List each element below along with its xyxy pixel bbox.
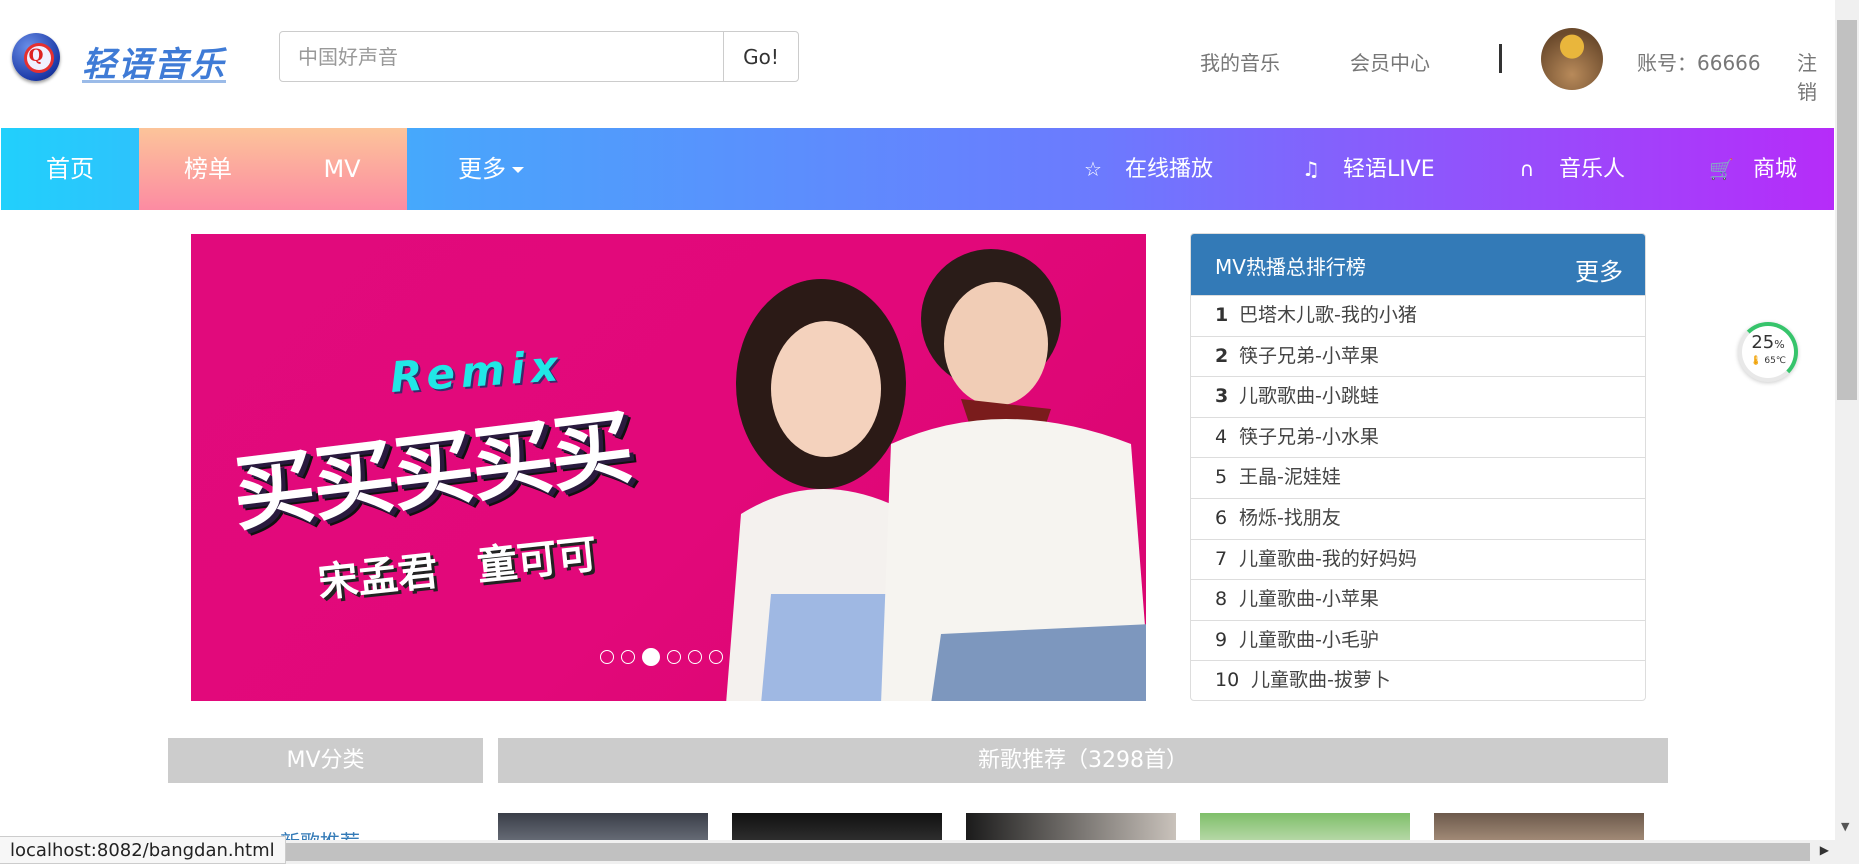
thermometer-icon: 🌡	[1750, 356, 1762, 366]
account-label: 账号：66666	[1637, 51, 1761, 75]
rank-number: 3	[1215, 385, 1229, 408]
rank-number: 7	[1215, 547, 1228, 570]
rank-number: 8	[1215, 588, 1228, 611]
main-navbar: 首页 榜单 MV 更多 ☆ 在线播放 ♫ 轻语LIVE ∩ 音乐人 🛒 商城	[1, 128, 1834, 210]
nav-live[interactable]: ♫ 轻语LIVE	[1299, 128, 1435, 210]
cart-icon: 🛒	[1709, 157, 1734, 181]
carousel-dot[interactable]	[688, 649, 702, 664]
music-note-icon: ♫	[1302, 157, 1320, 181]
cpu-percent: 25%	[1742, 333, 1794, 355]
rank-title: 杨烁-找朋友	[1239, 506, 1341, 529]
rank-title: 儿童歌曲-小苹果	[1239, 588, 1379, 611]
temperature-value: 65℃	[1764, 356, 1786, 366]
nav-home[interactable]: 首页	[1, 128, 139, 210]
header-divider	[1499, 44, 1502, 73]
rank-title: 儿童歌曲-拔萝卜	[1251, 669, 1391, 692]
vertical-scrollbar[interactable]: ▼	[1835, 0, 1859, 864]
rank-number: 5	[1215, 466, 1228, 489]
my-music-link[interactable]: 我的音乐	[1200, 47, 1280, 76]
rank-number: 10	[1215, 669, 1240, 692]
horizontal-scroll-thumb[interactable]	[270, 843, 1810, 861]
banner-artist: 童可可	[475, 531, 600, 590]
rank-number: 9	[1215, 628, 1228, 651]
cpu-percent-value: 25	[1751, 332, 1775, 353]
ranking-item[interactable]: 8 儿童歌曲-小苹果	[1191, 579, 1645, 620]
carousel-dot[interactable]	[667, 649, 681, 664]
member-center-link[interactable]: 会员中心	[1350, 47, 1430, 76]
nav-more-label: 更多	[458, 155, 506, 183]
rank-title: 儿童歌曲-我的好妈妈	[1239, 547, 1417, 570]
banner-title: 买买买买买	[227, 399, 637, 543]
banner-boy-image	[881, 249, 1146, 701]
site-header: Q 轻语音乐 Go! 我的音乐 会员中心 账号：66666 注销	[0, 0, 1835, 127]
temperature: 🌡 65℃	[1742, 355, 1794, 367]
nav-musician-label: 音乐人	[1559, 157, 1626, 182]
ranking-item[interactable]: 1 巴塔木儿歌-我的小猪	[1191, 295, 1645, 336]
scroll-down-arrow-icon[interactable]: ▼	[1841, 820, 1849, 833]
banner-artist: 宋孟君	[315, 548, 441, 607]
caret-down-icon	[512, 167, 524, 173]
carousel-indicators	[600, 646, 730, 666]
logo-glyph: Q	[28, 46, 44, 66]
ranking-more-link[interactable]: 更多	[1575, 252, 1623, 287]
rank-number: 2	[1215, 344, 1229, 367]
nav-online-play-label: 在线播放	[1125, 157, 1214, 182]
ranking-title: MV热播总排行榜	[1215, 255, 1366, 279]
ranking-item[interactable]: 6 杨烁-找朋友	[1191, 497, 1645, 539]
nav-musician[interactable]: ∩ 音乐人	[1515, 128, 1625, 210]
logout-link[interactable]: 注销	[1797, 47, 1835, 105]
nav-more-dropdown[interactable]: 更多	[431, 128, 551, 210]
headphones-icon: ∩	[1519, 157, 1535, 181]
ranking-item[interactable]: 4 筷子兄弟-小水果	[1191, 416, 1645, 458]
carousel-banner[interactable]: Remix 买买买买买 宋孟君 童可可	[191, 234, 1146, 701]
ranking-item[interactable]: 9 儿童歌曲-小毛驴	[1191, 619, 1645, 661]
nav-online-play[interactable]: ☆ 在线播放	[1081, 128, 1213, 210]
ranking-item[interactable]: 10 儿童歌曲-拔萝卜	[1191, 660, 1645, 700]
logo-icon[interactable]: Q	[12, 33, 60, 81]
carousel-dot[interactable]	[600, 649, 614, 664]
star-icon: ☆	[1084, 157, 1102, 181]
search-button[interactable]: Go!	[723, 31, 799, 82]
rank-number: 6	[1215, 506, 1228, 529]
ranking-item[interactable]: 2 筷子兄弟-小苹果	[1191, 335, 1645, 377]
carousel-dot-active[interactable]	[642, 647, 660, 666]
nav-mv[interactable]: MV	[277, 128, 407, 210]
avatar[interactable]	[1541, 28, 1603, 90]
nav-shop-label: 商城	[1753, 157, 1798, 182]
rank-title: 儿歌歌曲-小跳蛙	[1239, 385, 1379, 408]
rank-number: 4	[1215, 425, 1228, 448]
status-bar-url: localhost:8082/bangdan.html	[0, 836, 286, 864]
nav-live-label: 轻语LIVE	[1343, 157, 1435, 182]
nav-charts[interactable]: 榜单	[139, 128, 277, 210]
rank-title: 筷子兄弟-小苹果	[1239, 344, 1379, 367]
rank-number: 1	[1215, 304, 1229, 326]
ranking-item[interactable]: 7 儿童歌曲-我的好妈妈	[1191, 538, 1645, 580]
logo-text[interactable]: 轻语音乐	[82, 37, 226, 86]
cpu-percent-unit: %	[1774, 338, 1785, 351]
search-input[interactable]	[279, 31, 724, 82]
rank-title: 巴塔木儿歌-我的小猪	[1239, 304, 1417, 326]
ranking-item[interactable]: 5 王晶-泥娃娃	[1191, 457, 1645, 498]
rank-title: 儿童歌曲-小毛驴	[1239, 628, 1379, 651]
ranking-header: MV热播总排行榜 更多	[1191, 234, 1645, 295]
carousel-dot[interactable]	[709, 649, 723, 664]
mv-ranking-panel: MV热播总排行榜 更多 1 巴塔木儿歌-我的小猪 2 筷子兄弟-小苹果 3 儿歌歌曲-…	[1190, 233, 1646, 701]
rank-title: 王晶-泥娃娃	[1239, 466, 1341, 489]
system-monitor-widget[interactable]: 25% 🌡 65℃	[1738, 322, 1798, 382]
new-songs-header: 新歌推荐（3298首）	[498, 738, 1668, 783]
rank-title: 筷子兄弟-小水果	[1239, 425, 1379, 448]
vertical-scroll-thumb[interactable]	[1837, 20, 1857, 400]
scroll-right-arrow-icon[interactable]: ▶	[1820, 843, 1829, 857]
ranking-item[interactable]: 3 儿歌歌曲-小跳蛙	[1191, 376, 1645, 417]
carousel-dot[interactable]	[621, 649, 635, 664]
mv-category-header: MV分类	[168, 738, 483, 783]
nav-shop[interactable]: 🛒 商城	[1709, 128, 1797, 210]
